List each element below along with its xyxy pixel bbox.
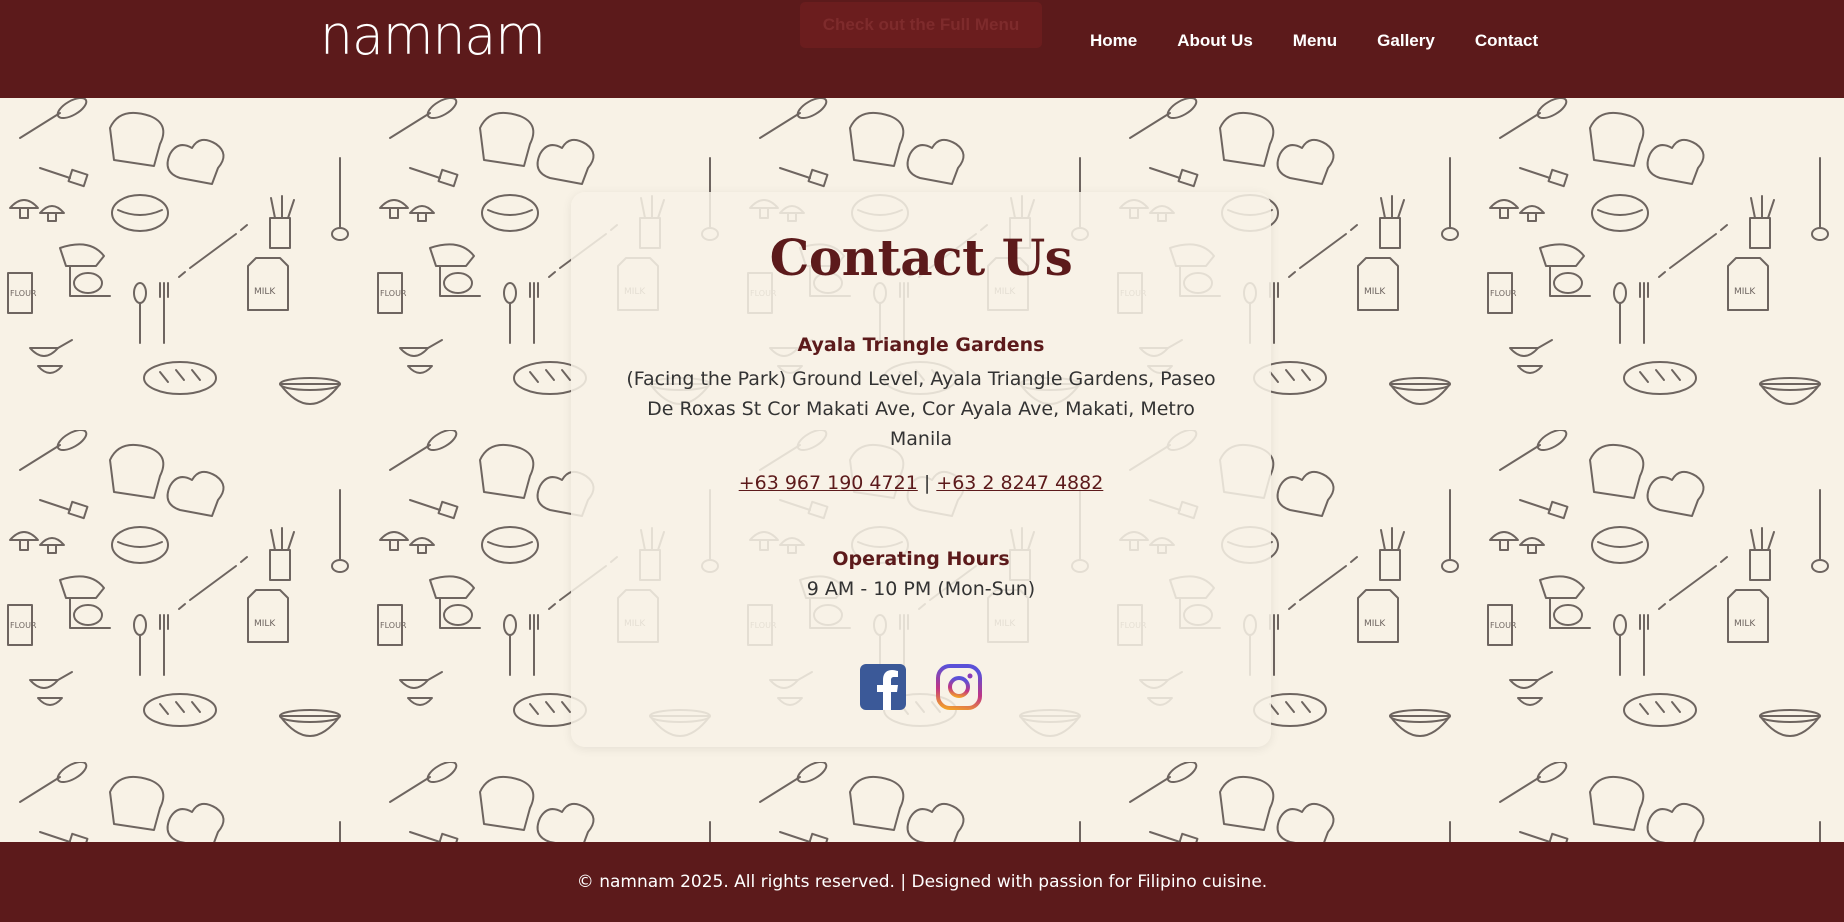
- location-name: Ayala Triangle Gardens: [797, 334, 1045, 356]
- page-title: Contact Us: [769, 228, 1073, 287]
- social-links: [571, 664, 1271, 710]
- phone-separator: |: [923, 472, 931, 494]
- nav-menu[interactable]: Menu: [1293, 31, 1337, 51]
- site-footer: © namnam 2025. All rights reserved. | De…: [0, 842, 1844, 922]
- phone-link-mobile[interactable]: +63 967 190 4721: [739, 472, 918, 494]
- instagram-icon[interactable]: [936, 664, 982, 710]
- full-menu-button[interactable]: Check out the Full Menu: [800, 2, 1042, 48]
- site-header: namnam Check out the Full Menu Home Abou…: [0, 0, 1844, 98]
- address: (Facing the Park) Ground Level, Ayala Tr…: [626, 368, 1216, 450]
- footer-text: © namnam 2025. All rights reserved. | De…: [576, 872, 1268, 892]
- main-nav: Home About Us Menu Gallery Contact: [1090, 31, 1578, 51]
- contact-card: Contact Us Ayala Triangle Gardens (Facin…: [571, 192, 1271, 747]
- phone-link-landline[interactable]: +63 2 8247 4882: [936, 472, 1103, 494]
- hours-heading: Operating Hours: [832, 548, 1010, 570]
- nav-gallery[interactable]: Gallery: [1377, 31, 1435, 51]
- nav-about-us[interactable]: About Us: [1177, 31, 1253, 51]
- hours-text: 9 AM - 10 PM (Mon-Sun): [806, 578, 1036, 600]
- facebook-icon[interactable]: [860, 664, 906, 710]
- phone-numbers: +63 967 190 4721 | +63 2 8247 4882: [571, 472, 1271, 494]
- nav-contact[interactable]: Contact: [1475, 31, 1538, 51]
- nav-home[interactable]: Home: [1090, 31, 1137, 51]
- logo[interactable]: namnam: [320, 5, 546, 68]
